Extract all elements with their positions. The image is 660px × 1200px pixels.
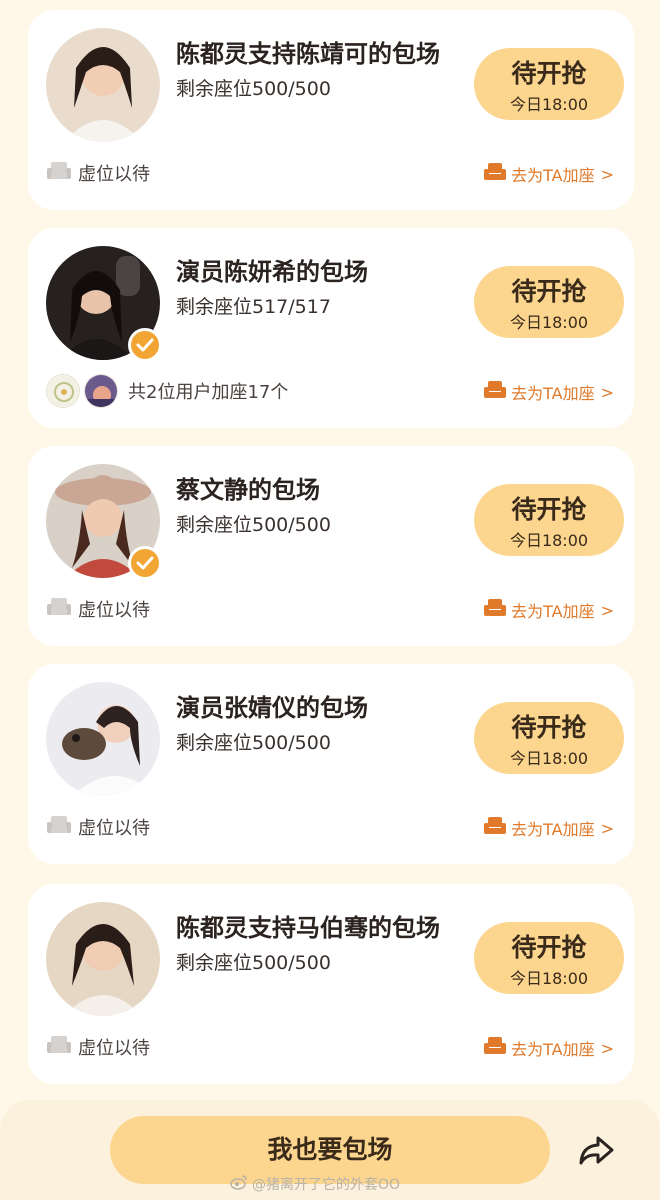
seat-status-text: 虚位以待 <box>78 600 150 621</box>
screening-card[interactable]: 演员陈妍希的包场 剩余座位517/517 待开抢 今日18:00 共2位用户加座… <box>28 228 634 428</box>
remaining-seats: 剩余座位500/500 <box>176 952 331 974</box>
verified-badge-icon <box>128 546 162 580</box>
seat-icon <box>483 598 507 622</box>
chevron-right-icon: > <box>600 600 614 620</box>
seat-status-text: 虚位以待 <box>78 164 150 185</box>
add-seat-link-label: 去为TA加座 <box>511 384 595 403</box>
verified-badge-icon <box>128 328 162 362</box>
grab-button-label: 待开抢 <box>511 713 587 742</box>
supporter-avatar[interactable] <box>46 374 80 408</box>
remaining-seats: 剩余座位500/500 <box>176 732 331 754</box>
grab-button-label: 待开抢 <box>511 59 587 88</box>
avatar[interactable] <box>46 682 160 796</box>
add-seat-link[interactable]: 去为TA加座 > <box>483 1034 614 1062</box>
seat-status-text: 虚位以待 <box>78 1038 150 1059</box>
seat-icon <box>483 380 507 404</box>
grab-button-time: 今日18:00 <box>509 313 589 332</box>
grab-button[interactable]: 待开抢 今日18:00 <box>474 702 624 774</box>
chevron-right-icon: > <box>600 1038 614 1058</box>
seat-status: 虚位以待 <box>46 594 150 624</box>
remaining-seats: 剩余座位500/500 <box>176 514 331 536</box>
grab-button-time: 今日18:00 <box>509 749 589 768</box>
grab-button-label: 待开抢 <box>511 495 587 524</box>
seat-icon <box>46 160 72 187</box>
watermark-text: @猪离开了它的外套OO <box>252 1177 401 1193</box>
chevron-right-icon: > <box>600 818 614 838</box>
grab-button[interactable]: 待开抢 今日18:00 <box>474 266 624 338</box>
seat-icon <box>46 1034 72 1061</box>
seat-status: 共2位用户加座17个 <box>46 374 289 408</box>
add-seat-link[interactable]: 去为TA加座 > <box>483 596 614 624</box>
screening-card[interactable]: 蔡文静的包场 剩余座位500/500 待开抢 今日18:00 虚位以待 去为TA… <box>28 446 634 646</box>
add-seat-link-label: 去为TA加座 <box>511 602 595 621</box>
add-seat-link-label: 去为TA加座 <box>511 820 595 839</box>
chevron-right-icon: > <box>600 164 614 184</box>
remaining-seats: 剩余座位517/517 <box>176 296 331 318</box>
seat-icon <box>46 596 72 623</box>
remaining-seats: 剩余座位500/500 <box>176 78 331 100</box>
avatar[interactable] <box>46 28 160 142</box>
chevron-right-icon: > <box>600 382 614 402</box>
grab-button-time: 今日18:00 <box>509 531 589 550</box>
grab-button-time: 今日18:00 <box>509 969 589 988</box>
add-seat-link[interactable]: 去为TA加座 > <box>483 160 614 188</box>
supporter-avatar[interactable] <box>84 374 118 408</box>
seat-icon <box>483 162 507 186</box>
grab-button-label: 待开抢 <box>511 933 587 962</box>
grab-button[interactable]: 待开抢 今日18:00 <box>474 922 624 994</box>
screening-card[interactable]: 陈都灵支持陈靖可的包场 剩余座位500/500 待开抢 今日18:00 虚位以待… <box>28 10 634 210</box>
add-seat-link[interactable]: 去为TA加座 > <box>483 378 614 406</box>
add-seat-link-label: 去为TA加座 <box>511 1040 595 1059</box>
add-seat-link[interactable]: 去为TA加座 > <box>483 814 614 842</box>
screening-title: 陈都灵支持马伯骞的包场 <box>176 914 440 942</box>
seat-status: 虚位以待 <box>46 158 150 188</box>
bottom-bar: 我也要包场 @猪离开了它的外套OO <box>0 1100 660 1200</box>
seat-icon <box>46 814 72 841</box>
seat-status: 虚位以待 <box>46 812 150 842</box>
seat-status-text: 共2位用户加座17个 <box>128 382 289 403</box>
grab-button-label: 待开抢 <box>511 277 587 306</box>
watermark: @猪离开了它的外套OO <box>230 1174 400 1194</box>
screening-title: 蔡文静的包场 <box>176 476 320 504</box>
screening-title: 演员张婧仪的包场 <box>176 694 368 722</box>
seat-status: 虚位以待 <box>46 1032 150 1062</box>
screening-card[interactable]: 陈都灵支持马伯骞的包场 剩余座位500/500 待开抢 今日18:00 虚位以待… <box>28 884 634 1084</box>
screening-title: 演员陈妍希的包场 <box>176 258 368 286</box>
seat-status-text: 虚位以待 <box>78 818 150 839</box>
share-icon[interactable] <box>576 1130 616 1170</box>
add-seat-link-label: 去为TA加座 <box>511 166 595 185</box>
avatar[interactable] <box>46 902 160 1016</box>
screening-card[interactable]: 演员张婧仪的包场 剩余座位500/500 待开抢 今日18:00 虚位以待 去为… <box>28 664 634 864</box>
screening-title: 陈都灵支持陈靖可的包场 <box>176 40 440 68</box>
grab-button[interactable]: 待开抢 今日18:00 <box>474 484 624 556</box>
grab-button-time: 今日18:00 <box>509 95 589 114</box>
grab-button[interactable]: 待开抢 今日18:00 <box>474 48 624 120</box>
weibo-logo-icon <box>230 1174 248 1194</box>
seat-icon <box>483 816 507 840</box>
seat-icon <box>483 1036 507 1060</box>
